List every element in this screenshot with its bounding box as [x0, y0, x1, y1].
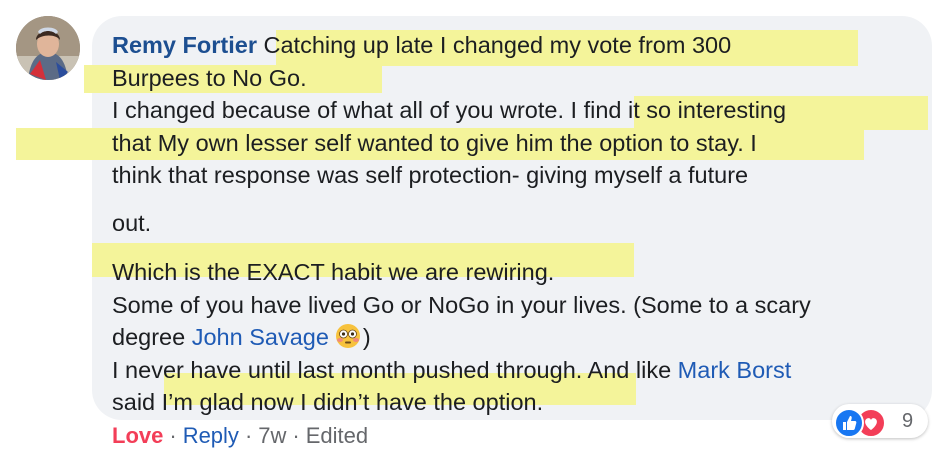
comment-author[interactable]: Remy Fortier	[112, 32, 257, 58]
reply-button[interactable]: Reply	[183, 423, 239, 448]
timestamp[interactable]: 7w	[258, 423, 286, 448]
comment-text: Which is the EXACT habit we are rewiring…	[112, 259, 555, 285]
comment-text: degree	[112, 324, 186, 350]
comment-text: I never have until last month pushed thr…	[112, 356, 672, 383]
reaction-summary[interactable]: 9	[832, 404, 928, 438]
like-icon	[834, 408, 864, 438]
comment-text: out.	[112, 210, 152, 236]
comment-text: )	[362, 324, 371, 350]
mention-link[interactable]: Mark Borst	[678, 357, 792, 383]
edited-label[interactable]: Edited	[306, 423, 368, 448]
comment-text: Burpees to No Go.	[112, 64, 307, 91]
comment-text: Some of you have lived Go or NoGo in you…	[112, 291, 811, 318]
avatar[interactable]	[16, 16, 80, 80]
comment-actions: Love · Reply · 7w · Edited	[112, 423, 368, 449]
comment-text: I changed because of what all of you wro…	[112, 97, 565, 123]
comment-text: I find it so interesting	[570, 97, 787, 123]
comment-text: think that response was self protection-…	[112, 162, 749, 188]
comment-text: I’m glad now I didn’t have the option.	[161, 389, 544, 415]
reaction-count: 9	[902, 410, 914, 432]
love-button[interactable]: Love	[112, 423, 163, 448]
comment-text: Catching up late I changed my vote from …	[263, 32, 732, 58]
separator-dot: ·	[169, 423, 177, 448]
separator-dot: ·	[292, 423, 300, 448]
comment-text: said	[112, 389, 156, 415]
flushed-face-emoji	[335, 324, 360, 348]
separator-dot: ·	[244, 423, 253, 448]
comment-body: Remy Fortier Catching up late I changed …	[112, 29, 932, 419]
comment-text: that My own lesser self wanted to give h…	[112, 129, 757, 156]
mention-link[interactable]: John Savage	[192, 324, 329, 350]
